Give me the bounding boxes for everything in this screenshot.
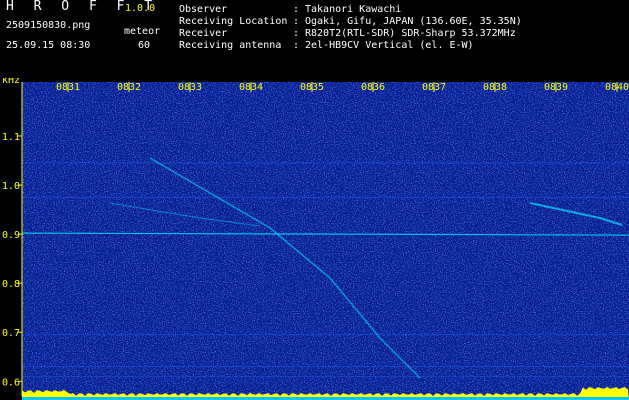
meteor-label: meteor — [124, 26, 161, 37]
x-tick-label: 0837 — [422, 82, 446, 93]
info-separator: : — [293, 16, 300, 27]
x-tick-label: 0839 — [544, 82, 568, 93]
capture-datetime: 25.09.15 08:30 — [6, 40, 91, 51]
meteor-count: 60 — [138, 40, 151, 51]
spectrogram-svg: kHz 1.1 1.0 0.9 0.8 0.7 0.6 0831 0832 0833 0834 08… — [2, 78, 629, 400]
axis-unit-label: kHz — [2, 78, 20, 86]
y-tick-label: 0.9 — [2, 230, 20, 241]
y-tick-label: 0.8 — [2, 279, 20, 290]
y-tick-label: 0.7 — [2, 328, 20, 339]
x-tick-label: 0832 — [117, 82, 141, 93]
antenna-value: 2el-HB9CV Vertical (el. E-W) — [305, 40, 474, 51]
y-tick-label: 0.6 — [2, 377, 20, 388]
antenna-label: Receiving antenna — [179, 40, 282, 51]
x-tick-label: 0836 — [361, 82, 385, 93]
spectrum-speckle — [22, 82, 629, 400]
x-tick-label: 0834 — [239, 82, 263, 93]
frequency-axis: kHz 1.1 1.0 0.9 0.8 0.7 0.6 — [2, 78, 23, 396]
y-tick-label: 1.0 — [2, 181, 20, 192]
x-tick-label: 0838 — [483, 82, 507, 93]
app-version: 1.0.0 — [125, 3, 156, 14]
y-tick-label: 1.1 — [2, 132, 20, 143]
x-tick-label: 0831 — [56, 82, 80, 93]
header-panel: H R O F F T 1.0.0 2509150830.png meteor … — [0, 0, 629, 78]
x-tick-label: 0835 — [300, 82, 324, 93]
location-value: Ogaki, Gifu, JAPAN (136.60E, 35.35N) — [305, 16, 522, 27]
x-tick-label: 0833 — [178, 82, 202, 93]
image-filename: 2509150830.png — [6, 20, 91, 31]
info-separator: : — [293, 40, 300, 51]
x-tick-label: 0840 — [605, 82, 629, 93]
info-separator: : — [293, 4, 300, 15]
observer-label: Observer — [179, 4, 228, 15]
receiver-value: R820T2(RTL-SDR) SDR-Sharp 53.372MHz — [305, 28, 516, 39]
observer-value: Takanori Kawachi — [305, 4, 402, 15]
info-separator: : — [293, 28, 300, 39]
location-label: Receiving Location — [179, 16, 288, 27]
receiver-label: Receiver — [179, 28, 228, 39]
spectrogram: kHz 1.1 1.0 0.9 0.8 0.7 0.6 0831 0832 0833 0834 08… — [0, 78, 629, 400]
